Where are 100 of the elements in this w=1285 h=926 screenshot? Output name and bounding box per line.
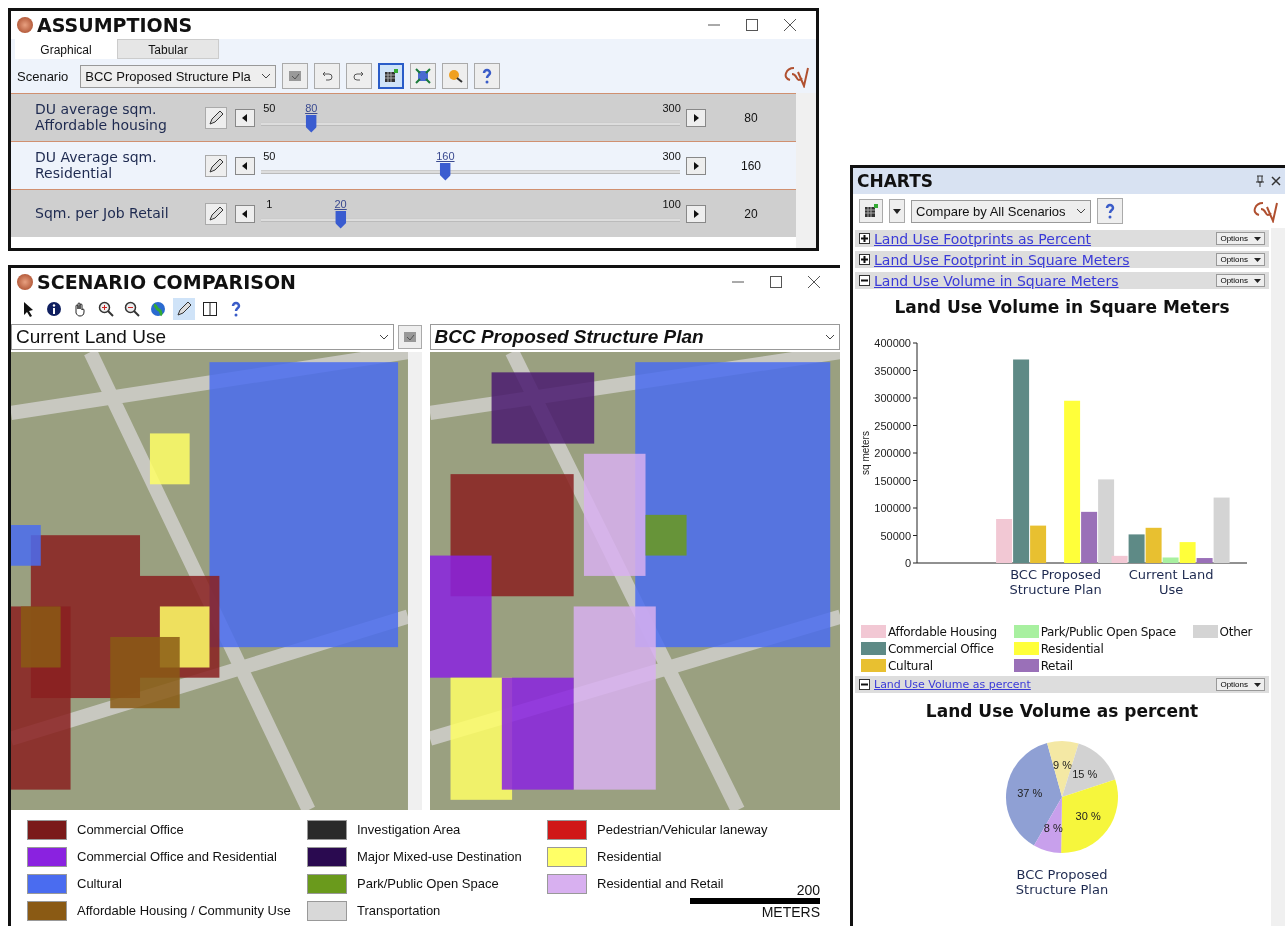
- legend-label: Other: [1219, 624, 1253, 639]
- slider-reading: 20: [743, 206, 759, 221]
- globe-icon: [150, 301, 166, 317]
- left-arrow-icon: [242, 113, 248, 122]
- increase-button[interactable]: [686, 108, 706, 127]
- help-button[interactable]: [1097, 198, 1123, 224]
- tick-label: 50000: [880, 529, 911, 542]
- slider-label: DU Average sqm. Residential: [35, 150, 158, 181]
- app-logo-icon: [17, 17, 33, 33]
- tick-label: 250000: [874, 419, 911, 432]
- layers-button[interactable]: [397, 325, 422, 349]
- category-label: BCC Proposed Structure Plan: [1008, 567, 1103, 597]
- caret-icon: [1254, 278, 1261, 283]
- maximize-icon[interactable]: [770, 276, 782, 288]
- right-arrow-icon: [693, 209, 699, 218]
- hand-icon: [72, 301, 88, 317]
- section-link[interactable]: Land Use Volume in Square Meters: [874, 272, 1213, 289]
- section-link[interactable]: Land Use Footprints as Percent: [874, 230, 1213, 247]
- decrease-button[interactable]: [235, 108, 255, 127]
- chart-title: Land Use Volume as percent: [925, 700, 1199, 723]
- legend-label: Residential: [597, 849, 662, 864]
- compare-dropdown[interactable]: Compare by All Scenarios: [911, 199, 1091, 223]
- expand-icon[interactable]: [859, 233, 870, 244]
- slider-reading: 80: [743, 110, 759, 125]
- toolbar-button[interactable]: [378, 63, 405, 89]
- slider-thumb[interactable]: [305, 114, 317, 133]
- pin-icon[interactable]: [1255, 175, 1265, 187]
- section-link[interactable]: Land Use Volume as percent: [874, 678, 1213, 691]
- tab[interactable]: Tabular: [117, 39, 219, 59]
- caret-icon: [1254, 682, 1261, 687]
- right-scenario-dropdown[interactable]: BCC Proposed Structure Plan: [429, 324, 840, 350]
- toolbar-button[interactable]: [474, 63, 501, 89]
- slider-thumb[interactable]: [335, 210, 347, 229]
- zoom-out-icon: [124, 301, 140, 317]
- scale-unit: METERS: [761, 904, 820, 920]
- right-arrow-icon: [693, 113, 699, 122]
- save-icon: [401, 329, 418, 345]
- options-button[interactable]: Options: [1216, 678, 1265, 691]
- collapse-icon[interactable]: [859, 679, 870, 690]
- decrease-button[interactable]: [235, 204, 255, 223]
- caret-icon: [893, 208, 901, 214]
- caret-icon: [1076, 208, 1086, 214]
- increase-button[interactable]: [686, 204, 706, 223]
- toolbar-button[interactable]: [410, 63, 437, 89]
- legend-label: Commercial Office: [888, 641, 994, 656]
- lock-button[interactable]: [205, 106, 227, 129]
- options-button[interactable]: Options: [1216, 274, 1265, 287]
- section-link[interactable]: Land Use Footprint in Square Meters: [874, 251, 1213, 268]
- category-label: Current Land Use: [1127, 567, 1215, 597]
- caret-icon: [378, 334, 389, 340]
- extent-icon: [415, 68, 432, 84]
- legend-label: Pedestrian/Vehicular laneway: [597, 822, 768, 837]
- caret-icon: [1254, 236, 1261, 241]
- chart-type-button[interactable]: [859, 199, 883, 223]
- max-label: 300: [662, 101, 681, 114]
- max-label: 300: [662, 149, 681, 162]
- expand-icon[interactable]: [859, 254, 870, 265]
- lock-button[interactable]: [205, 154, 227, 177]
- left-scenario-dropdown[interactable]: Current Land Use: [11, 324, 394, 350]
- slider-reading: 160: [740, 158, 762, 173]
- slider-label: Sqm. per Job Retail: [35, 205, 170, 222]
- left-arrow-icon: [242, 161, 248, 170]
- scrollbar[interactable]: [796, 93, 816, 248]
- slice-label: 15 %: [1072, 767, 1098, 780]
- value-label: 80: [305, 101, 318, 114]
- window-title: SCENARIO COMPARISON: [37, 271, 297, 293]
- close-icon[interactable]: [784, 19, 796, 31]
- options-button[interactable]: Options: [1216, 253, 1265, 266]
- window-title: ASSUMPTIONS: [37, 14, 194, 36]
- tab[interactable]: Graphical: [15, 39, 117, 59]
- max-label: 100: [662, 197, 681, 210]
- panel-title: CHARTS: [857, 171, 935, 191]
- app-logo-icon: [17, 274, 33, 290]
- scale-value: 200: [796, 882, 820, 898]
- close-icon[interactable]: [808, 276, 820, 288]
- close-icon[interactable]: [1271, 176, 1281, 186]
- scenario-dropdown[interactable]: BCC Proposed Structure Pla: [80, 64, 277, 88]
- slider-thumb[interactable]: [439, 162, 451, 181]
- tick-label: 100000: [874, 502, 911, 514]
- map-tool-button[interactable]: [173, 298, 195, 320]
- tick-label: 300000: [874, 392, 911, 404]
- collapse-icon[interactable]: [859, 275, 870, 286]
- tick-label: 150000: [874, 474, 911, 487]
- dropdown-button[interactable]: [889, 199, 905, 223]
- paint-icon: [447, 68, 464, 84]
- increase-button[interactable]: [686, 156, 706, 175]
- slice-label: 37 %: [1017, 786, 1043, 799]
- value-label: 20: [334, 197, 347, 210]
- maximize-icon[interactable]: [746, 19, 758, 31]
- tick-label: 400000: [874, 337, 911, 349]
- legend-label: Cultural: [888, 658, 933, 673]
- aerial-map-drawing[interactable]: [11, 352, 408, 810]
- legend-label: Major Mixed-use Destination: [357, 849, 522, 864]
- lock-button[interactable]: [205, 202, 227, 225]
- min-label: 1: [266, 197, 273, 210]
- value-label: 160: [436, 149, 455, 162]
- decrease-button[interactable]: [235, 156, 255, 175]
- aerial-map-drawing[interactable]: [429, 352, 840, 810]
- options-button[interactable]: Options: [1216, 232, 1265, 245]
- info-icon: [46, 301, 62, 317]
